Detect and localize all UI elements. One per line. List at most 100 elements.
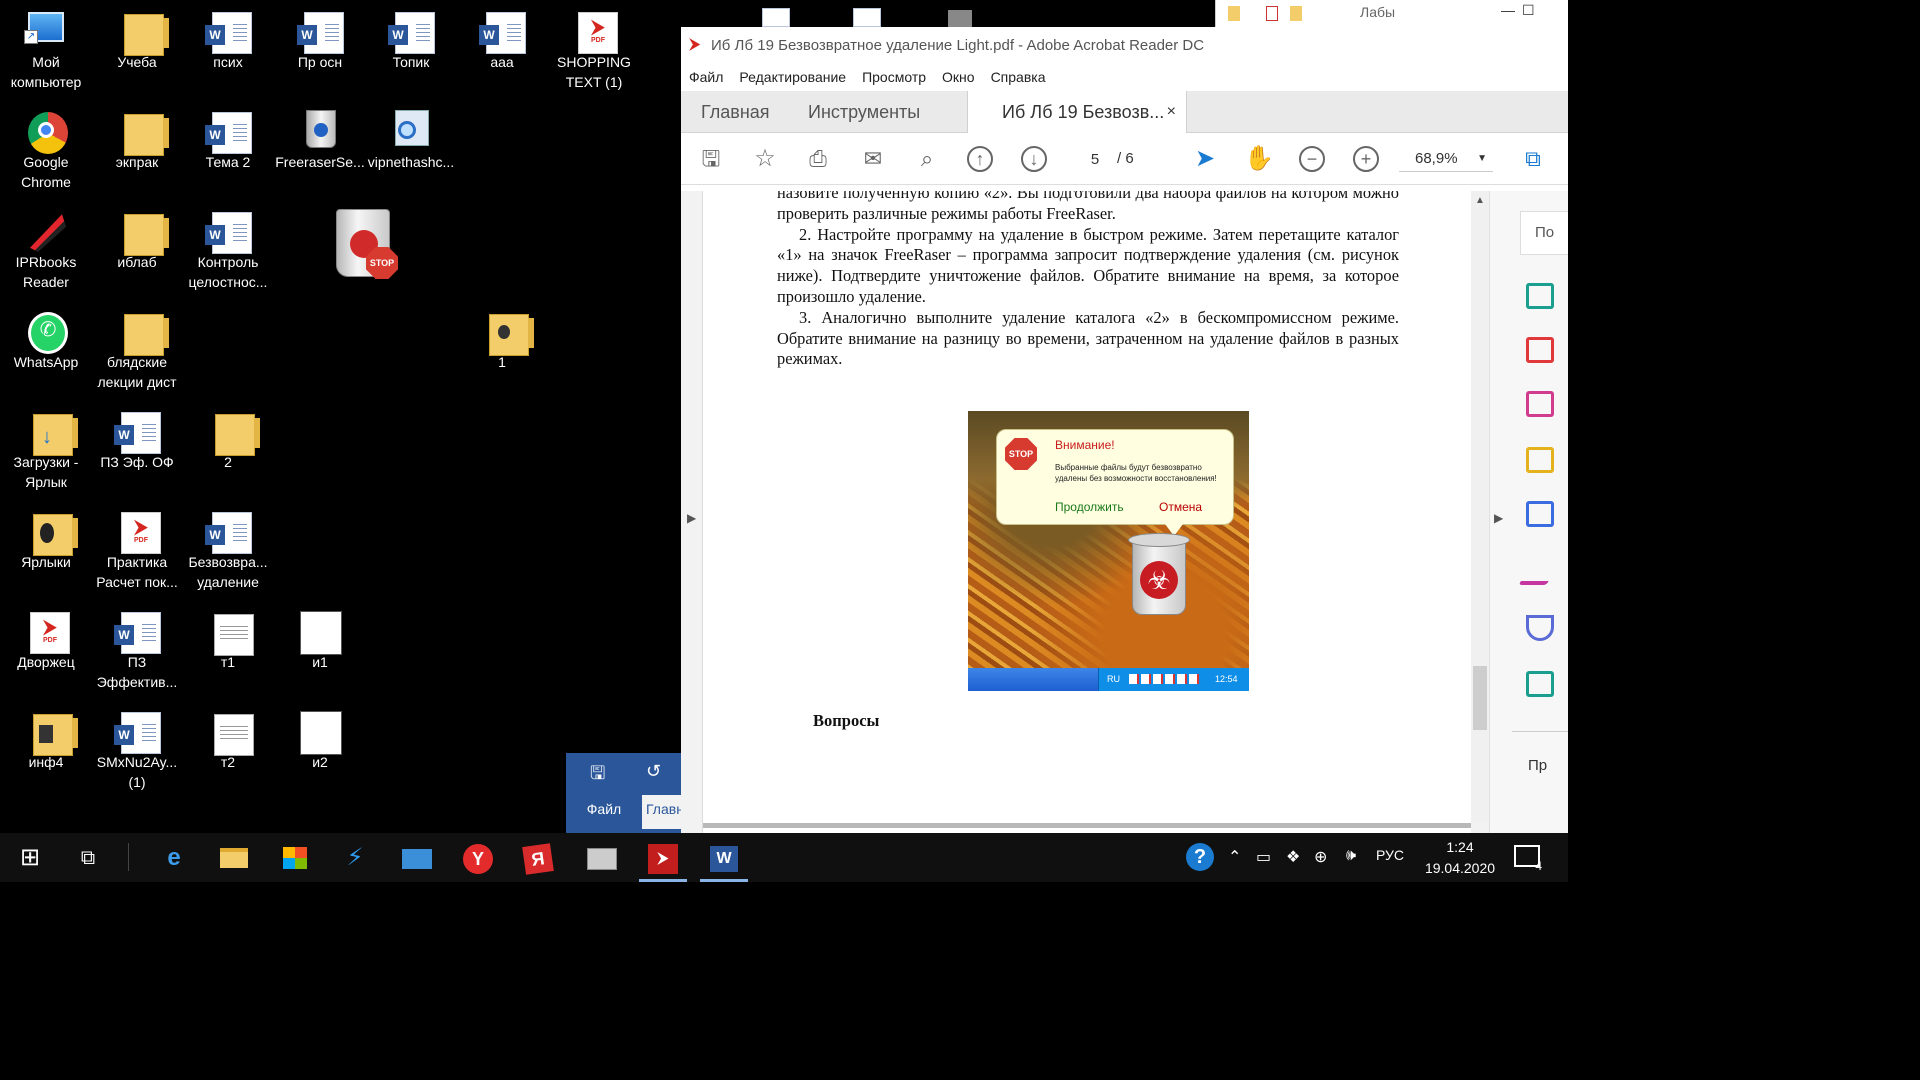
task-view-icon[interactable]: ⧉ (72, 843, 104, 873)
close-tab-icon[interactable]: × (1167, 91, 1176, 133)
word-file-tab[interactable]: Файл (566, 795, 642, 829)
print-icon[interactable]: ⎙ (802, 143, 834, 175)
battery-icon[interactable]: ▭ (1256, 847, 1271, 867)
start-windows-icon[interactable]: ⊞ (14, 843, 46, 873)
desktop-icon-psih[interactable]: W псих (182, 4, 274, 100)
tab-document[interactable]: Иб Лб 19 Безвозв... × (967, 91, 1187, 134)
edge-icon[interactable]: e (158, 843, 190, 873)
protect-icon[interactable] (1526, 615, 1554, 641)
desktop-icon-kontrol[interactable]: W Контроль целостнос... (182, 204, 274, 300)
desktop-icon-iprbooks[interactable]: IPRbooks Reader (0, 204, 92, 300)
send-for-review-icon[interactable] (1526, 671, 1554, 697)
undo-icon[interactable]: ↺ (646, 761, 661, 782)
desktop-icon-iblab[interactable]: иблаб (91, 204, 183, 300)
help-icon[interactable]: ? (1186, 843, 1214, 871)
email-icon[interactable]: ✉ (857, 143, 889, 175)
acrobat-taskbar-icon[interactable]: ⮞ (639, 843, 687, 882)
horizontal-scrollbar[interactable] (703, 823, 1471, 833)
yandex-browser-icon[interactable]: Y (462, 843, 494, 874)
desktop-icon-praktika[interactable]: ⮞ PDF Практика Расчет пок... (91, 504, 183, 600)
dropbox-icon[interactable]: ❖ (1286, 847, 1300, 867)
desktop-icon-inf4[interactable]: инф4 (0, 704, 92, 800)
select-cursor-icon[interactable]: ➤ (1189, 143, 1221, 175)
network-globe-icon[interactable]: ⊕ (1314, 847, 1327, 867)
desktop-icon-my-computer[interactable]: ↗ Мой компьютер (0, 4, 92, 100)
desktop-icon-smxnu2ay[interactable]: W SMxNu2Ay... (1) (91, 704, 183, 800)
save-icon[interactable]: 🖫 (695, 143, 727, 175)
desktop-icon-pz-effektiv[interactable]: W ПЗ Эффектив... (91, 604, 183, 700)
page-display-icon[interactable]: ⧉ (1517, 143, 1549, 175)
edit-pdf-icon[interactable] (1526, 391, 1554, 417)
desktop-icon-vipnethash[interactable]: vipnethashc... (365, 104, 457, 200)
zoom-in-icon[interactable]: + (1353, 146, 1379, 172)
menu-edit[interactable]: Редактирование (739, 69, 846, 85)
desktop-icon-downloads[interactable]: ↓ Загрузки - Ярлык (0, 404, 92, 500)
hand-tool-icon[interactable]: ✋ (1243, 143, 1275, 175)
scroll-thumb[interactable] (1473, 666, 1487, 730)
desktop-icon-freeraser[interactable]: FreeraserSe... (274, 104, 366, 200)
export-pdf-icon[interactable] (1526, 283, 1554, 309)
scroll-up-icon[interactable]: ▲ (1475, 195, 1485, 206)
mail-icon[interactable] (401, 843, 433, 873)
word-home-tab[interactable]: Главн (642, 795, 681, 829)
menu-window[interactable]: Окно (942, 69, 975, 85)
comment-icon[interactable] (1526, 447, 1554, 473)
desktop-icon-i2[interactable]: и2 (274, 704, 366, 800)
desktop-icon-t2[interactable]: т2 (182, 704, 274, 800)
desktop-icon-pz-ef-of[interactable]: W ПЗ Эф. ОФ (91, 404, 183, 500)
desktop-icon-2[interactable]: 2 (182, 404, 274, 500)
desktop-icon-shortcuts[interactable]: Ярлыки (0, 504, 92, 600)
combine-files-icon[interactable] (1526, 501, 1554, 527)
zoom-level-select[interactable]: 68,9% ▼ (1399, 146, 1493, 172)
collapse-right-pane-icon[interactable]: ▶ (1494, 511, 1503, 525)
desktop-icon-t1[interactable]: т1 (182, 604, 274, 700)
menu-file[interactable]: Файл (689, 69, 723, 85)
clock[interactable]: 1:24 19.04.2020 (1420, 837, 1500, 879)
desktop-icon-lectures[interactable]: блядские лекции дист (91, 304, 183, 400)
fill-sign-icon[interactable] (1518, 559, 1562, 585)
desktop-icon-ekprak[interactable]: экпрак (91, 104, 183, 200)
bookmark-star-icon[interactable]: ☆ (749, 143, 781, 175)
powershell-icon[interactable]: ⚡ (339, 843, 371, 873)
previous-page-icon[interactable]: ↑ (967, 146, 993, 172)
desktop-icon-dvorzhets[interactable]: ⮞ PDF Дворжец (0, 604, 92, 700)
desktop-icon-ucheba[interactable]: Учеба (91, 4, 183, 100)
desktop-icon-aaa[interactable]: W ааа (456, 4, 548, 100)
maximize-icon[interactable]: ☐ (1522, 2, 1535, 19)
tab-tools[interactable]: Инструменты (808, 91, 920, 133)
volume-icon[interactable]: 🕪 (1346, 847, 1356, 865)
chevron-up-icon[interactable]: ⌃ (1228, 847, 1241, 867)
vertical-scrollbar[interactable]: ▲ (1471, 191, 1489, 823)
save-icon[interactable]: 🖫 (590, 761, 605, 791)
explorer-window-fragment[interactable]: Лабы — ☐ (1215, 0, 1568, 27)
desktop-icon-whatsapp[interactable]: ✆ WhatsApp (0, 304, 92, 400)
store-icon[interactable] (279, 843, 311, 873)
desktop-icon-topik[interactable]: W Топик (365, 4, 457, 100)
tab-home[interactable]: Главная (701, 91, 770, 133)
desktop-icon-shopping-text[interactable]: ⮞ PDF SHOPPING TEXT (1) (548, 4, 640, 100)
next-page-icon[interactable]: ↓ (1021, 146, 1047, 172)
yandex-icon[interactable]: Я (522, 843, 554, 875)
desktop-icon-i1[interactable]: и1 (274, 604, 366, 700)
zoom-out-icon[interactable]: − (1299, 146, 1325, 172)
desktop-icon-tema2[interactable]: W Тема 2 (182, 104, 274, 200)
freeraser-bin-widget[interactable]: STOP (332, 205, 400, 281)
notifications-icon[interactable]: 4 (1514, 845, 1542, 873)
mail-app-icon[interactable] (586, 843, 618, 873)
file-explorer-icon[interactable] (218, 843, 250, 873)
menu-view[interactable]: Просмотр (862, 69, 926, 85)
search-zoom-icon[interactable]: ⌕ (911, 143, 943, 175)
create-pdf-icon[interactable] (1526, 337, 1554, 363)
expand-left-pane-icon[interactable]: ▶ (687, 511, 696, 525)
word-taskbar-icon[interactable]: W (700, 843, 748, 882)
input-language[interactable]: РУС (1376, 847, 1404, 863)
desktop-icon-bezvozvr[interactable]: W Безвозвра... удаление (182, 504, 274, 600)
left-pane-collapsed[interactable]: ▶ (681, 191, 703, 833)
desktop-icon-1[interactable]: 1 (456, 304, 548, 400)
page-number-input[interactable]: 5 (1077, 146, 1113, 172)
desktop-icon-google-chrome[interactable]: Google Chrome (0, 104, 92, 200)
menu-help[interactable]: Справка (991, 69, 1046, 85)
minimize-icon[interactable]: — (1501, 2, 1515, 18)
desktop-icon-pr-osn[interactable]: W Пр осн (274, 4, 366, 100)
search-tools-input[interactable]: По (1520, 211, 1568, 255)
